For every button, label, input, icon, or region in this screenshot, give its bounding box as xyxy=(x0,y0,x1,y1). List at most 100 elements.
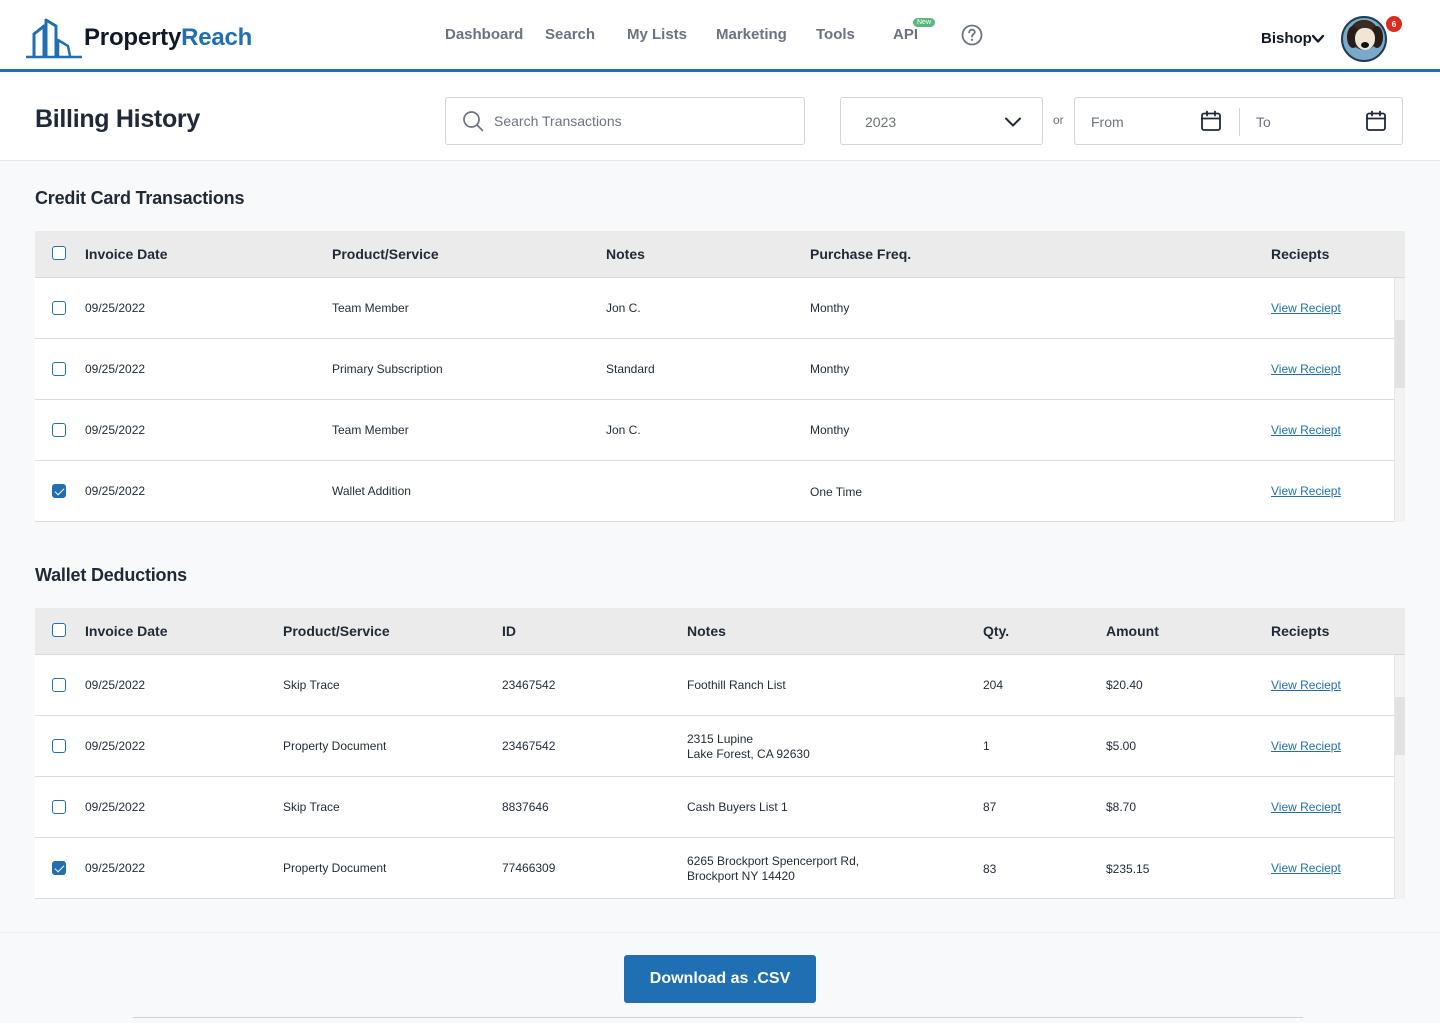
amount: $8.70 xyxy=(1106,800,1137,814)
view-receipt-link[interactable]: View Reciept xyxy=(1271,678,1341,693)
nav-api[interactable]: API xyxy=(893,26,918,43)
row-checkbox[interactable] xyxy=(52,861,66,875)
table-row[interactable]: 09/25/2022 Property Document 77466309 62… xyxy=(35,838,1405,899)
invoice-date: 09/25/2022 xyxy=(85,861,146,875)
table-scrollbar[interactable] xyxy=(1394,278,1405,522)
nav-marketing[interactable]: Marketing xyxy=(716,26,787,43)
col-product[interactable]: Product/Service xyxy=(332,246,439,262)
credit-section-title: Credit Card Transactions xyxy=(35,188,245,208)
invoice-date: 09/25/2022 xyxy=(85,678,146,692)
invoice-date: 09/25/2022 xyxy=(85,423,146,437)
product-service: Property Document xyxy=(283,739,387,753)
chevron-down-icon[interactable] xyxy=(1311,33,1325,45)
view-receipt-link[interactable]: View Reciept xyxy=(1271,861,1341,876)
col-invoice-date[interactable]: Invoice Date xyxy=(85,623,167,639)
purchase-freq: One Time xyxy=(810,485,863,499)
view-receipt-link[interactable]: View Reciept xyxy=(1271,423,1341,438)
purchase-freq: Monthy xyxy=(810,362,850,376)
quantity: 1 xyxy=(983,739,990,753)
help-icon[interactable] xyxy=(961,24,983,46)
invoice-date: 09/25/2022 xyxy=(85,301,146,315)
select-all-checkbox[interactable] xyxy=(52,623,66,637)
table-row[interactable]: 09/25/2022 Skip Trace 23467542 Foothill … xyxy=(35,655,1405,716)
logo-building-icon xyxy=(26,18,82,59)
col-receipts[interactable]: Reciepts xyxy=(1271,623,1329,639)
row-checkbox[interactable] xyxy=(52,362,66,376)
product-service: Team Member xyxy=(332,423,409,437)
footer-divider xyxy=(133,1017,1303,1018)
table-header: Invoice Date Product/Service ID Notes Qt… xyxy=(35,608,1405,655)
transaction-id: 8837646 xyxy=(502,800,549,814)
product-service: Team Member xyxy=(332,301,409,315)
year-select[interactable]: 2023 xyxy=(840,97,1043,145)
notes: Jon C. xyxy=(606,423,641,437)
view-receipt-link[interactable]: View Reciept xyxy=(1271,800,1341,815)
row-checkbox[interactable] xyxy=(52,484,66,498)
logo-text: PropertyReach xyxy=(84,24,253,51)
row-checkbox[interactable] xyxy=(52,301,66,315)
view-receipt-link[interactable]: View Reciept xyxy=(1271,739,1341,754)
transaction-id: 77466309 xyxy=(502,861,556,875)
footer-bar: Download as .CSV xyxy=(0,932,1440,1023)
top-navbar: PropertyReach Dashboard Search My Lists … xyxy=(0,0,1440,72)
credit-transactions-table: Invoice Date Product/Service Notes Purch… xyxy=(35,231,1405,522)
search-input[interactable] xyxy=(494,113,784,129)
wallet-section-title: Wallet Deductions xyxy=(35,565,187,585)
col-qty[interactable]: Qty. xyxy=(983,623,1009,639)
table-row[interactable]: 09/25/2022 Team Member Jon C. Monthy Vie… xyxy=(35,400,1405,461)
col-notes[interactable]: Notes xyxy=(687,623,726,639)
product-service: Primary Subscription xyxy=(332,362,443,376)
col-product[interactable]: Product/Service xyxy=(283,623,390,639)
amount: $235.15 xyxy=(1106,862,1150,876)
purchase-freq: Monthy xyxy=(810,301,850,315)
download-csv-button[interactable]: Download as .CSV xyxy=(624,955,816,1003)
view-receipt-link[interactable]: View Reciept xyxy=(1271,362,1341,377)
row-checkbox[interactable] xyxy=(52,678,66,692)
scrollbar-thumb[interactable] xyxy=(1395,697,1405,755)
notes: Foothill Ranch List xyxy=(687,678,786,692)
table-row[interactable]: 09/25/2022 Skip Trace 8837646 Cash Buyer… xyxy=(35,777,1405,838)
notes: Cash Buyers List 1 xyxy=(687,800,788,814)
view-receipt-link[interactable]: View Reciept xyxy=(1271,484,1341,499)
table-row[interactable]: 09/25/2022 Property Document 23467542 23… xyxy=(35,716,1405,777)
search-icon xyxy=(463,111,484,132)
avatar[interactable] xyxy=(1341,16,1387,62)
col-receipts[interactable]: Reciepts xyxy=(1271,246,1329,262)
product-service: Property Document xyxy=(283,861,387,875)
invoice-date: 09/25/2022 xyxy=(85,800,146,814)
calendar-icon[interactable] xyxy=(1364,109,1388,133)
amount: $20.40 xyxy=(1106,678,1143,692)
table-row[interactable]: 09/25/2022 Team Member Jon C. Monthy Vie… xyxy=(35,278,1405,339)
row-checkbox[interactable] xyxy=(52,739,66,753)
search-field[interactable] xyxy=(445,97,805,145)
table-header: Invoice Date Product/Service Notes Purch… xyxy=(35,231,1405,278)
invoice-date: 09/25/2022 xyxy=(85,484,146,498)
quantity: 87 xyxy=(983,800,997,814)
nav-search[interactable]: Search xyxy=(545,26,595,43)
view-receipt-link[interactable]: View Reciept xyxy=(1271,301,1341,316)
invoice-date: 09/25/2022 xyxy=(85,739,146,753)
table-scrollbar[interactable] xyxy=(1394,655,1405,899)
col-invoice-date[interactable]: Invoice Date xyxy=(85,246,167,262)
notes: Standard xyxy=(606,362,655,376)
col-amount[interactable]: Amount xyxy=(1106,623,1159,639)
nav-tools[interactable]: Tools xyxy=(816,26,855,43)
table-row[interactable]: 09/25/2022 Wallet Addition One Time View… xyxy=(35,461,1405,522)
nav-dashboard[interactable]: Dashboard xyxy=(445,26,523,43)
nav-my-lists[interactable]: My Lists xyxy=(627,26,687,43)
col-purchase-freq[interactable]: Purchase Freq. xyxy=(810,246,911,262)
row-checkbox[interactable] xyxy=(52,800,66,814)
table-row[interactable]: 09/25/2022 Primary Subscription Standard… xyxy=(35,339,1405,400)
scrollbar-thumb[interactable] xyxy=(1395,320,1405,388)
notes-line-2: Lake Forest, CA 92630 xyxy=(687,747,810,761)
col-notes[interactable]: Notes xyxy=(606,246,645,262)
user-menu-name[interactable]: Bishop xyxy=(1261,30,1312,47)
calendar-icon[interactable] xyxy=(1199,109,1223,133)
row-checkbox[interactable] xyxy=(52,423,66,437)
col-id[interactable]: ID xyxy=(502,623,516,639)
from-date-field[interactable]: From xyxy=(1091,114,1124,130)
to-date-field[interactable]: To xyxy=(1256,114,1271,130)
logo[interactable]: PropertyReach xyxy=(24,16,252,60)
select-all-checkbox[interactable] xyxy=(52,246,66,260)
transaction-id: 23467542 xyxy=(502,678,556,692)
